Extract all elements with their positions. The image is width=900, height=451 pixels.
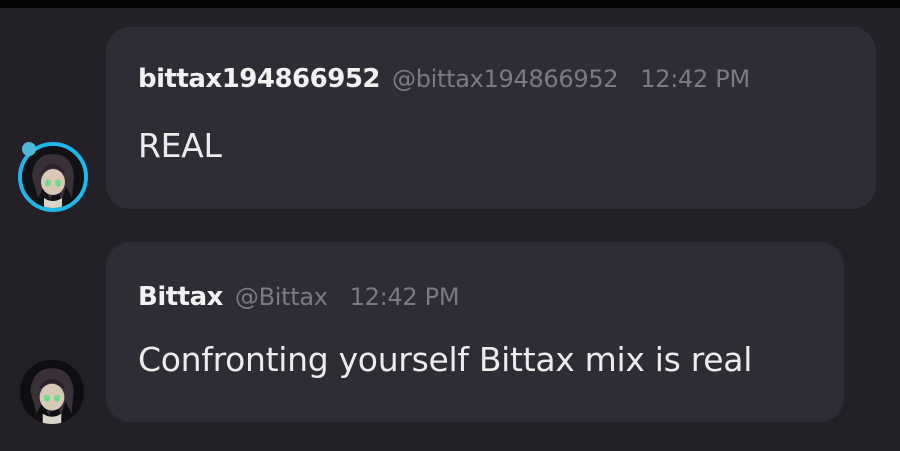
message-text: Confronting yourself Bittax mix is real	[138, 340, 753, 379]
message-timestamp: 12:42 PM	[640, 65, 750, 93]
user-handle[interactable]: @bittax194866952	[392, 65, 619, 93]
message-bubble	[106, 27, 876, 209]
user-handle[interactable]: @Bittax	[235, 283, 328, 311]
message-bubble	[106, 242, 844, 422]
user-avatar[interactable]	[20, 360, 84, 424]
display-name[interactable]: bittax194866952	[138, 64, 381, 94]
top-edge-bar	[0, 0, 900, 8]
message-header: bittax194866952 @bittax194866952 12:42 P…	[138, 64, 750, 94]
message-text: REAL	[138, 126, 222, 165]
message-header: Bittax @Bittax 12:42 PM	[138, 282, 460, 312]
display-name[interactable]: Bittax	[138, 282, 223, 312]
anime-character-avatar-icon	[20, 360, 84, 424]
message-timestamp: 12:42 PM	[349, 283, 460, 311]
status-badge	[22, 142, 36, 156]
